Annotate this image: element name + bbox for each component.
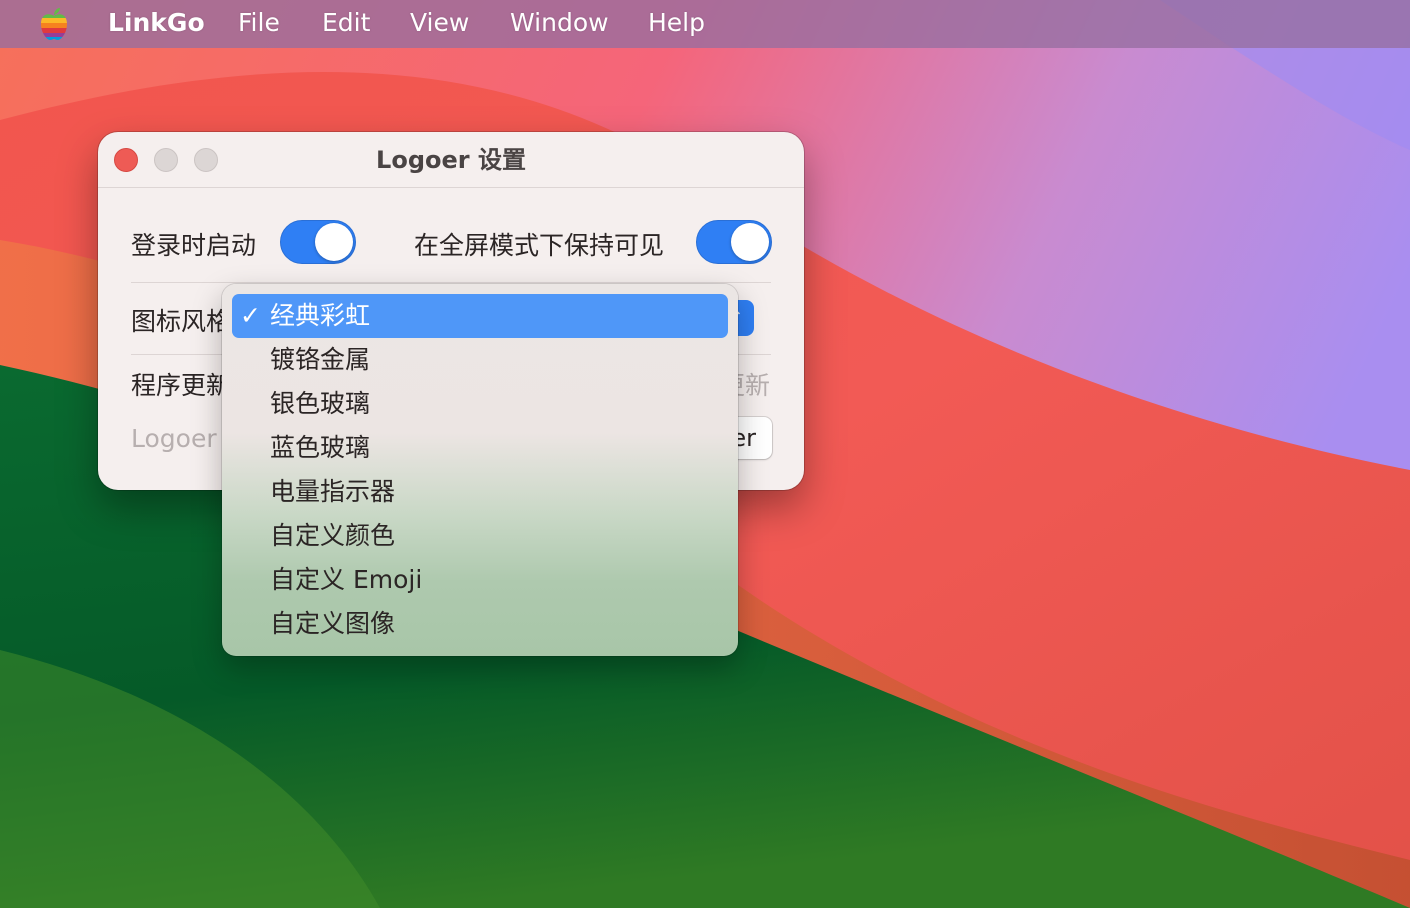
fullscreen-visible-label: 在全屏模式下保持可见 [414,231,665,260]
toggle-knob [731,223,769,261]
window-title: Logoer 设置 [376,146,526,174]
menu-item-blue-glass[interactable]: 蓝色玻璃 [232,426,728,470]
menu-file[interactable]: File [238,0,280,48]
menu-item-custom-image[interactable]: 自定义图像 [232,602,728,646]
menu-view[interactable]: View [410,0,469,48]
icon-style-dropdown-menu: ✓ 经典彩虹 镀铬金属 银色玻璃 蓝色玻璃 电量指示器 自定义颜色 自定义 Em… [222,284,738,656]
menu-window[interactable]: Window [510,0,609,48]
menu-item-classic-rainbow[interactable]: ✓ 经典彩虹 [232,294,728,338]
launch-at-login-label: 登录时启动 [131,231,257,260]
menu-edit[interactable]: Edit [322,0,370,48]
menu-item-label: 蓝色玻璃 [270,433,371,462]
menu-item-custom-color[interactable]: 自定义颜色 [232,514,728,558]
menu-bar: LinkGo File Edit View Window Help [0,0,1410,48]
version-text: Logoer [131,424,217,453]
menu-item-silver-glass[interactable]: 银色玻璃 [232,382,728,426]
menu-help[interactable]: Help [648,0,705,48]
launch-at-login-toggle[interactable] [280,220,356,264]
menu-item-custom-emoji[interactable]: 自定义 Emoji [232,558,728,602]
toggle-knob [315,223,353,261]
title-bar: Logoer 设置 [98,132,804,188]
menu-item-battery-indicator[interactable]: 电量指示器 [232,470,728,514]
icon-style-label: 图标风格 [131,307,232,336]
menu-item-label: 银色玻璃 [270,389,371,418]
apple-logo-icon[interactable] [38,7,70,41]
program-update-label: 程序更新 [131,371,232,400]
menu-item-label: 镀铬金属 [270,345,371,374]
menu-item-label: 自定义图像 [270,609,396,638]
divider [131,282,771,283]
menu-item-chrome-metal[interactable]: 镀铬金属 [232,338,728,382]
menu-item-label: 自定义颜色 [270,521,396,550]
menu-item-label: 自定义 Emoji [270,565,423,594]
fullscreen-visible-toggle[interactable] [696,220,772,264]
menu-item-label: 经典彩虹 [270,301,371,330]
checkmark-icon: ✓ [240,301,261,330]
menu-item-label: 电量指示器 [270,477,396,506]
menu-app-name[interactable]: LinkGo [108,0,205,48]
